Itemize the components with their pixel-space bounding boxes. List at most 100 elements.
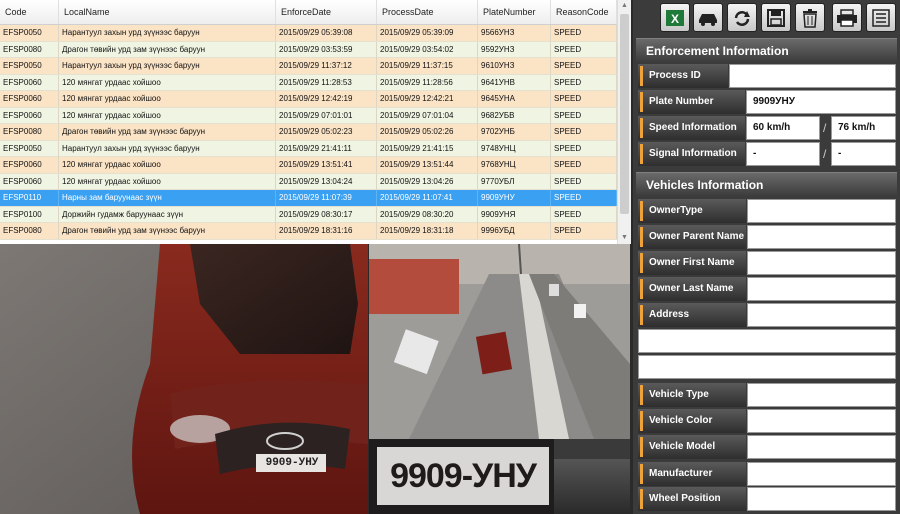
address-field[interactable]: [747, 303, 896, 327]
column-header-processdate[interactable]: ProcessDate: [377, 0, 478, 24]
address-field-line-3[interactable]: [638, 355, 896, 379]
enforcement-section-title: Enforcement Information: [636, 38, 897, 62]
vehicle-type-label: Vehicle Type: [638, 383, 746, 407]
table-row[interactable]: EFSP0060 120 мянгат урдаас хойшоо 2015/09/…: [0, 173, 617, 190]
table-cell-code: EFSP0060: [0, 157, 59, 173]
table-cell-enforcedate: 2015/09/29 05:02:23: [276, 124, 377, 140]
speed-limit-field[interactable]: 76 km/h: [831, 116, 896, 140]
table-cell-localname: Драгон төвийн урд зам зүүнээс баруун: [59, 41, 276, 58]
address-label: Address: [638, 303, 746, 327]
process-id-field[interactable]: [729, 64, 896, 88]
plate-number-label: Plate Number: [638, 90, 745, 114]
list-view-button[interactable]: [866, 3, 896, 32]
table-row[interactable]: EFSP0050 Нарантуул захын урд зүүнээс бару…: [0, 58, 617, 75]
toolbar: X: [633, 0, 900, 36]
table-row[interactable]: EFSP0080 Драгон төвийн урд зам зүүнээс ба…: [0, 41, 617, 58]
table-cell-enforcedate: 2015/09/29 21:41:11: [276, 140, 377, 157]
table-row[interactable]: EFSP0080 Драгон төвийн урд зам зүүнээс ба…: [0, 223, 617, 240]
column-header-code[interactable]: Code: [0, 0, 59, 24]
table-cell-reasoncode: SPEED: [551, 173, 617, 190]
table-cell-processdate: 2015/09/29 11:37:15: [377, 58, 478, 74]
owner-first-name-field[interactable]: [747, 251, 896, 275]
excel-icon: X: [666, 9, 684, 26]
table-cell-processdate: 2015/09/29 07:01:04: [377, 107, 478, 124]
table-row[interactable]: EFSP0060 120 мянгат урдаас хойшоо 2015/09/…: [0, 74, 617, 91]
table-cell-enforcedate: 2015/09/29 12:42:19: [276, 91, 377, 107]
table-cell-processdate: 2015/09/29 03:54:02: [377, 41, 478, 58]
export-excel-button[interactable]: X: [660, 3, 690, 32]
plate-closeup-image: 9909-УНУ: [369, 439, 554, 514]
table-row[interactable]: EFSP0080 Драгон төвийн урд зам зүүнээс ба…: [0, 124, 617, 141]
save-icon: [767, 8, 785, 27]
table-cell-reasoncode: SPEED: [551, 25, 617, 41]
table-cell-reasoncode: SPEED: [551, 206, 617, 223]
table-cell-localname: 120 мянгат урдаас хойшоо: [59, 91, 276, 107]
table-cell-enforcedate: 2015/09/29 07:01:01: [276, 107, 377, 124]
table-row[interactable]: EFSP0060 120 мянгат урдаас хойшоо 2015/09/…: [0, 157, 617, 174]
owner-parent-name-field[interactable]: [747, 225, 896, 249]
table-cell-enforcedate: 2015/09/29 13:04:24: [276, 173, 377, 190]
speed-field[interactable]: 60 km/h: [746, 116, 820, 140]
print-button[interactable]: [832, 3, 862, 32]
table-cell-processdate: 2015/09/29 13:04:26: [377, 173, 478, 190]
table-cell-localname: Драгон төвийн урд зам зүүнээс баруун: [59, 223, 276, 239]
table-cell-reasoncode: SPEED: [551, 74, 617, 91]
table-row[interactable]: EFSP0060 120 мянгат урдаас хойшоо 2015/09/…: [0, 107, 617, 124]
table-cell-localname: 120 мянгат урдаас хойшоо: [59, 157, 276, 173]
address-field-line-2[interactable]: [638, 329, 896, 353]
manufacturer-field[interactable]: [747, 462, 896, 486]
table-cell-processdate: 2015/09/29 05:02:26: [377, 124, 478, 140]
column-header-reasoncode[interactable]: ReasonCode: [551, 0, 617, 24]
table-row[interactable]: EFSP0110 Нарны зам баруунаас зүүн 2015/09/…: [0, 190, 617, 207]
refresh-button[interactable]: [727, 3, 757, 32]
table-cell-platenumber: 9996УБД: [478, 223, 551, 239]
column-header-platenumber[interactable]: PlateNumber: [478, 0, 551, 24]
vehicle-search-button[interactable]: [693, 3, 723, 32]
table-cell-enforcedate: 2015/09/29 08:30:17: [276, 206, 377, 223]
table-cell-platenumber: 9909УНЯ: [478, 206, 551, 223]
table-cell-localname: Драгон төвийн урд зам зүүнээс баруун: [59, 124, 276, 140]
vehicle-type-field[interactable]: [747, 383, 896, 407]
table-row[interactable]: EFSP0060 120 мянгат урдаас хойшоо 2015/09/…: [0, 91, 617, 108]
plate-closeup-text: 9909-УНУ: [377, 447, 549, 505]
table-cell-reasoncode: SPEED: [551, 157, 617, 173]
scrollbar-thumb[interactable]: [620, 14, 629, 214]
owner-first-name-label: Owner First Name: [638, 251, 746, 275]
column-header-enforcedate[interactable]: EnforceDate: [276, 0, 377, 24]
signal-field-2[interactable]: -: [831, 142, 896, 166]
signal-field-1[interactable]: -: [746, 142, 820, 166]
grid-scrollbar[interactable]: ▲ ▼: [617, 0, 631, 244]
scroll-down-icon[interactable]: ▼: [618, 232, 631, 244]
table-cell-enforcedate: 2015/09/29 13:51:41: [276, 157, 377, 173]
enforcement-grid[interactable]: Code LocalName EnforceDate ProcessDate P…: [0, 0, 617, 244]
manufacturer-label: Manufacturer: [638, 462, 746, 486]
vehicle-color-field[interactable]: [747, 409, 896, 433]
table-row[interactable]: EFSP0050 Нарантуул захын урд зүүнээс бару…: [0, 140, 617, 157]
table-cell-code: EFSP0060: [0, 91, 59, 107]
plate-image-filler-shade: [554, 459, 630, 514]
table-cell-processdate: 2015/09/29 11:28:56: [377, 74, 478, 91]
table-row[interactable]: EFSP0050 Нарантуул захын урд зүүнээс бару…: [0, 25, 617, 42]
svg-text:X: X: [671, 12, 679, 26]
speed-separator: /: [823, 121, 827, 135]
column-header-localname[interactable]: LocalName: [59, 0, 276, 24]
plate-number-field[interactable]: 9909УНУ: [746, 90, 896, 114]
table-cell-processdate: 2015/09/29 13:51:44: [377, 157, 478, 173]
vehicle-color-label: Vehicle Color: [638, 409, 746, 433]
car-icon: [699, 13, 717, 26]
vehicle-model-field[interactable]: [747, 435, 896, 459]
table-row[interactable]: EFSP0100 Доржийн гудамж баруунаас зүүн 201…: [0, 206, 617, 223]
delete-button[interactable]: [795, 3, 825, 32]
table-cell-reasoncode: SPEED: [551, 124, 617, 140]
scroll-up-icon[interactable]: ▲: [618, 0, 631, 12]
table-cell-processdate: 2015/09/29 08:30:20: [377, 206, 478, 223]
table-cell-reasoncode: SPEED: [551, 58, 617, 74]
owner-last-name-field[interactable]: [747, 277, 896, 301]
wheel-position-field[interactable]: [747, 487, 896, 511]
save-button[interactable]: [761, 3, 791, 32]
table-cell-code: EFSP0060: [0, 107, 59, 124]
table-cell-localname: Доржийн гудамж баруунаас зүүн: [59, 206, 276, 223]
table-cell-code: EFSP0110: [0, 190, 59, 206]
owner-type-field[interactable]: [747, 199, 896, 223]
table-cell-localname: Нарантуул захын урд зүүнээс баруун: [59, 58, 276, 74]
